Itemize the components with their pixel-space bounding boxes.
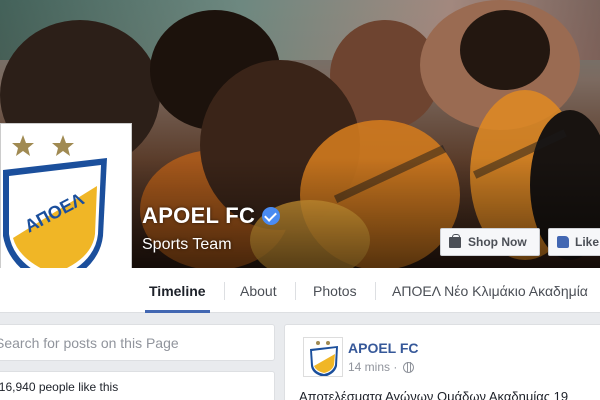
- page-category[interactable]: Sports Team: [142, 236, 232, 254]
- page-search-box[interactable]: [0, 324, 275, 361]
- shop-now-button[interactable]: Shop Now: [440, 228, 540, 256]
- shopping-bag-icon: [449, 233, 461, 248]
- post-author-name[interactable]: APOEL FC: [348, 340, 419, 356]
- tab-timeline[interactable]: Timeline: [145, 268, 210, 313]
- page-nav-bar: Timeline About Photos ΑΠΟΕΛ Νέο Κλιμάκιο…: [0, 268, 600, 313]
- facebook-page: ΑΠΟΕΛ APOEL FC Sports Team Shop Now Like…: [0, 0, 600, 400]
- like-label: Like: [575, 235, 600, 249]
- post-body-text: Αποτελέσματα Αγώνων Ομάδων Ακαδημίας 19: [299, 389, 569, 400]
- page-title[interactable]: APOEL FC: [142, 203, 281, 229]
- tab-divider: [295, 282, 296, 300]
- page-name-text[interactable]: APOEL FC: [142, 203, 255, 229]
- globe-icon[interactable]: [403, 361, 415, 373]
- tab-divider: [375, 282, 376, 300]
- apoel-crest-logo-small: [310, 341, 338, 376]
- search-posts-input[interactable]: [0, 325, 274, 360]
- post-author-avatar[interactable]: [303, 337, 343, 377]
- tab-about[interactable]: About: [240, 268, 277, 313]
- cover-figure: [460, 10, 550, 90]
- likes-card: 116,940 people like this: [0, 371, 275, 400]
- tab-divider: [224, 282, 225, 300]
- verified-badge-icon: [262, 207, 281, 225]
- thumbs-up-icon: [557, 236, 569, 248]
- tab-academy[interactable]: ΑΠΟΕΛ Νέο Κλιμάκιο Ακαδημία: [392, 268, 588, 313]
- like-button[interactable]: Like: [548, 228, 600, 256]
- shop-now-label: Shop Now: [468, 235, 527, 249]
- likes-count-text[interactable]: 116,940 people like this: [0, 380, 118, 394]
- post-meta: 14 mins ·: [348, 360, 415, 374]
- post-timestamp[interactable]: 14 mins: [348, 360, 390, 374]
- post-meta-separator: ·: [390, 360, 398, 374]
- timeline-post: APOEL FC 14 mins · Αποτελέσματα Αγώνων Ο…: [284, 324, 600, 400]
- tab-photos[interactable]: Photos: [313, 268, 357, 313]
